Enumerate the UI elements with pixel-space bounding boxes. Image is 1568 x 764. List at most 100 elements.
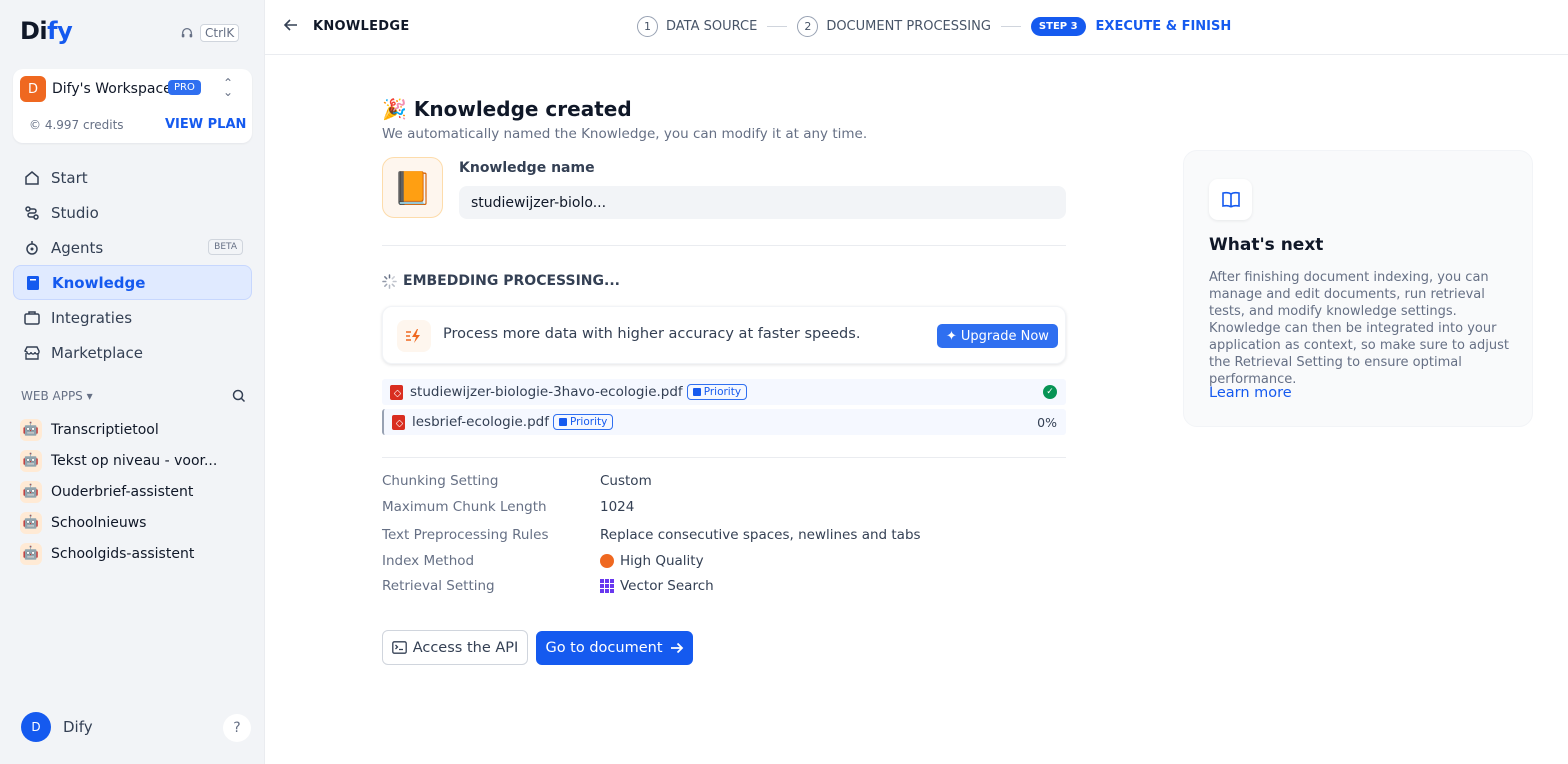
- divider: [382, 457, 1066, 458]
- nav-agents-label: Agents: [51, 238, 104, 257]
- avatar: D: [21, 712, 51, 742]
- priority-badge: Priority: [552, 414, 614, 430]
- step-label-data-source: DATA SOURCE: [666, 19, 758, 34]
- whats-next-title: What's next: [1209, 235, 1324, 255]
- subtitle: We automatically named the Knowledge, yo…: [382, 126, 868, 142]
- web-app-item[interactable]: 🤖 Schoolgids-assistent: [20, 538, 250, 569]
- web-app-item[interactable]: 🤖 Ouderbrief-assistent: [20, 476, 250, 507]
- setting-key: Text Preprocessing Rules: [382, 527, 549, 543]
- setting-value: High Quality: [600, 553, 704, 569]
- credits-value: 4.997 credits: [44, 118, 124, 132]
- pdf-icon: [392, 414, 405, 430]
- web-app-item[interactable]: 🤖 Schoolnieuws: [20, 507, 250, 538]
- setting-key: Index Method: [382, 553, 475, 569]
- web-app-item[interactable]: 🤖 Transcriptietool: [20, 414, 250, 445]
- nav-marketplace-label: Marketplace: [51, 343, 143, 362]
- nav-studio[interactable]: Studio: [13, 195, 252, 230]
- headset-icon: [181, 27, 193, 38]
- web-app-label: Transcriptietool: [51, 421, 159, 438]
- go-to-document-label: Go to document: [545, 640, 663, 656]
- step-divider: [1000, 26, 1021, 27]
- go-to-document-button[interactable]: Go to document: [536, 631, 693, 665]
- nav-integraties[interactable]: Integraties: [13, 300, 252, 335]
- step-label-execute-finish: EXECUTE & FINISH: [1095, 19, 1232, 34]
- lightning-icon: [397, 320, 431, 352]
- plan-badge: PRO: [168, 80, 201, 95]
- chevron-up-down-icon[interactable]: ⌃ ⌄: [223, 77, 233, 98]
- user-name: Dify: [63, 718, 93, 736]
- step-number: 2: [797, 16, 819, 37]
- file-name: studiewijzer-biologie-3havo-ecologie.pdf: [410, 384, 683, 400]
- high-quality-icon: [600, 554, 614, 568]
- workspace-card[interactable]: D Dify's Workspace PRO ⌃ ⌄ © 4.997 credit…: [13, 69, 252, 143]
- nav-knowledge[interactable]: Knowledge: [13, 265, 252, 300]
- vector-search-icon: [600, 579, 614, 593]
- step-divider: [767, 26, 788, 27]
- web-apps-header-label: WEB APPS: [21, 389, 83, 403]
- step-label-document-processing: DOCUMENT PROCESSING: [826, 19, 991, 34]
- knowledge-created-title: 🎉 Knowledge created: [382, 97, 632, 121]
- robot-icon: 🤖: [20, 480, 42, 503]
- nav-integraties-label: Integraties: [51, 308, 133, 327]
- sidebar: Dify CtrlK D Dify's Workspace PRO ⌃ ⌄ © 4…: [0, 0, 265, 764]
- whats-next-body: After finishing document indexing, you c…: [1209, 270, 1509, 387]
- embedding-title-text: EMBEDDING PROCESSING...: [403, 273, 620, 289]
- web-app-label: Tekst op niveau - voor...: [51, 452, 218, 469]
- embedding-status-title: EMBEDDING PROCESSING...: [382, 273, 620, 289]
- learn-more-link[interactable]: Learn more: [1209, 385, 1292, 401]
- briefcase-icon: [23, 309, 41, 327]
- view-plan-link[interactable]: VIEW PLAN: [165, 117, 246, 132]
- robot-icon: 🤖: [20, 542, 42, 565]
- nav-knowledge-label: Knowledge: [52, 273, 146, 292]
- search-shortcut[interactable]: CtrlK: [180, 24, 240, 42]
- pdf-icon: [390, 384, 403, 400]
- whats-next-panel: What's next After finishing document ind…: [1183, 150, 1533, 427]
- priority-badge: Priority: [686, 384, 748, 400]
- web-app-label: Ouderbrief-assistent: [51, 483, 194, 500]
- nav-studio-label: Studio: [51, 203, 99, 222]
- upgrade-button-label: Upgrade Now: [960, 328, 1049, 344]
- setting-key: Chunking Setting: [382, 473, 499, 489]
- web-apps-header[interactable]: WEB APPS ▾: [21, 389, 93, 403]
- robot-icon: 🤖: [20, 449, 42, 472]
- upgrade-now-button[interactable]: ✦ Upgrade Now: [937, 324, 1058, 348]
- divider: [382, 245, 1066, 246]
- knowledge-name-label: Knowledge name: [459, 160, 595, 176]
- web-app-label: Schoolgids-assistent: [51, 545, 195, 562]
- main-nav: Start Studio Agents BETA Knowledge Integ…: [13, 160, 252, 370]
- priority-label: Priority: [703, 386, 742, 398]
- help-button[interactable]: ?: [223, 714, 251, 742]
- dify-logo[interactable]: Dify: [20, 17, 73, 45]
- beta-badge: BETA: [208, 239, 243, 255]
- active-step-badge: STEP 3: [1030, 17, 1086, 36]
- file-row[interactable]: studiewijzer-biologie-3havo-ecologie.pdf…: [382, 379, 1066, 405]
- nav-start[interactable]: Start: [13, 160, 252, 195]
- setting-value-text: Custom: [600, 473, 652, 489]
- logo-text-part2: fy: [47, 17, 73, 45]
- upgrade-banner: Process more data with higher accuracy a…: [382, 306, 1066, 364]
- progress-percent: 0%: [1037, 414, 1057, 430]
- sparkle-icon: ✦: [946, 328, 957, 344]
- back-arrow-icon[interactable]: [283, 17, 299, 37]
- access-api-label: Access the API: [412, 639, 519, 656]
- book-icon: [24, 274, 42, 292]
- knowledge-name-input[interactable]: [459, 186, 1066, 219]
- user-menu[interactable]: D Dify: [21, 712, 93, 742]
- arrow-right-icon: [670, 642, 683, 654]
- knowledge-book-icon[interactable]: 📙: [382, 157, 443, 218]
- setting-value: Vector Search: [600, 578, 714, 594]
- priority-icon: [558, 418, 567, 426]
- web-app-item[interactable]: 🤖 Tekst op niveau - voor...: [20, 445, 250, 476]
- nav-agents[interactable]: Agents BETA: [13, 230, 252, 265]
- credits-label: © 4.997 credits: [29, 118, 124, 132]
- nav-marketplace[interactable]: Marketplace: [13, 335, 252, 370]
- shortcut-key: CtrlK: [200, 24, 240, 42]
- access-api-button[interactable]: Access the API: [382, 630, 528, 665]
- caret-down-icon: ▾: [86, 389, 93, 403]
- file-row[interactable]: lesbrief-ecologie.pdf Priority 0%: [382, 409, 1066, 435]
- robot-icon: 🤖: [20, 511, 42, 534]
- top-bar: KNOWLEDGE 1 DATA SOURCE 2 DOCUMENT PROCE…: [265, 0, 1568, 55]
- search-icon[interactable]: [232, 389, 246, 407]
- setting-value-text: High Quality: [620, 553, 704, 569]
- setting-key: Retrieval Setting: [382, 578, 495, 594]
